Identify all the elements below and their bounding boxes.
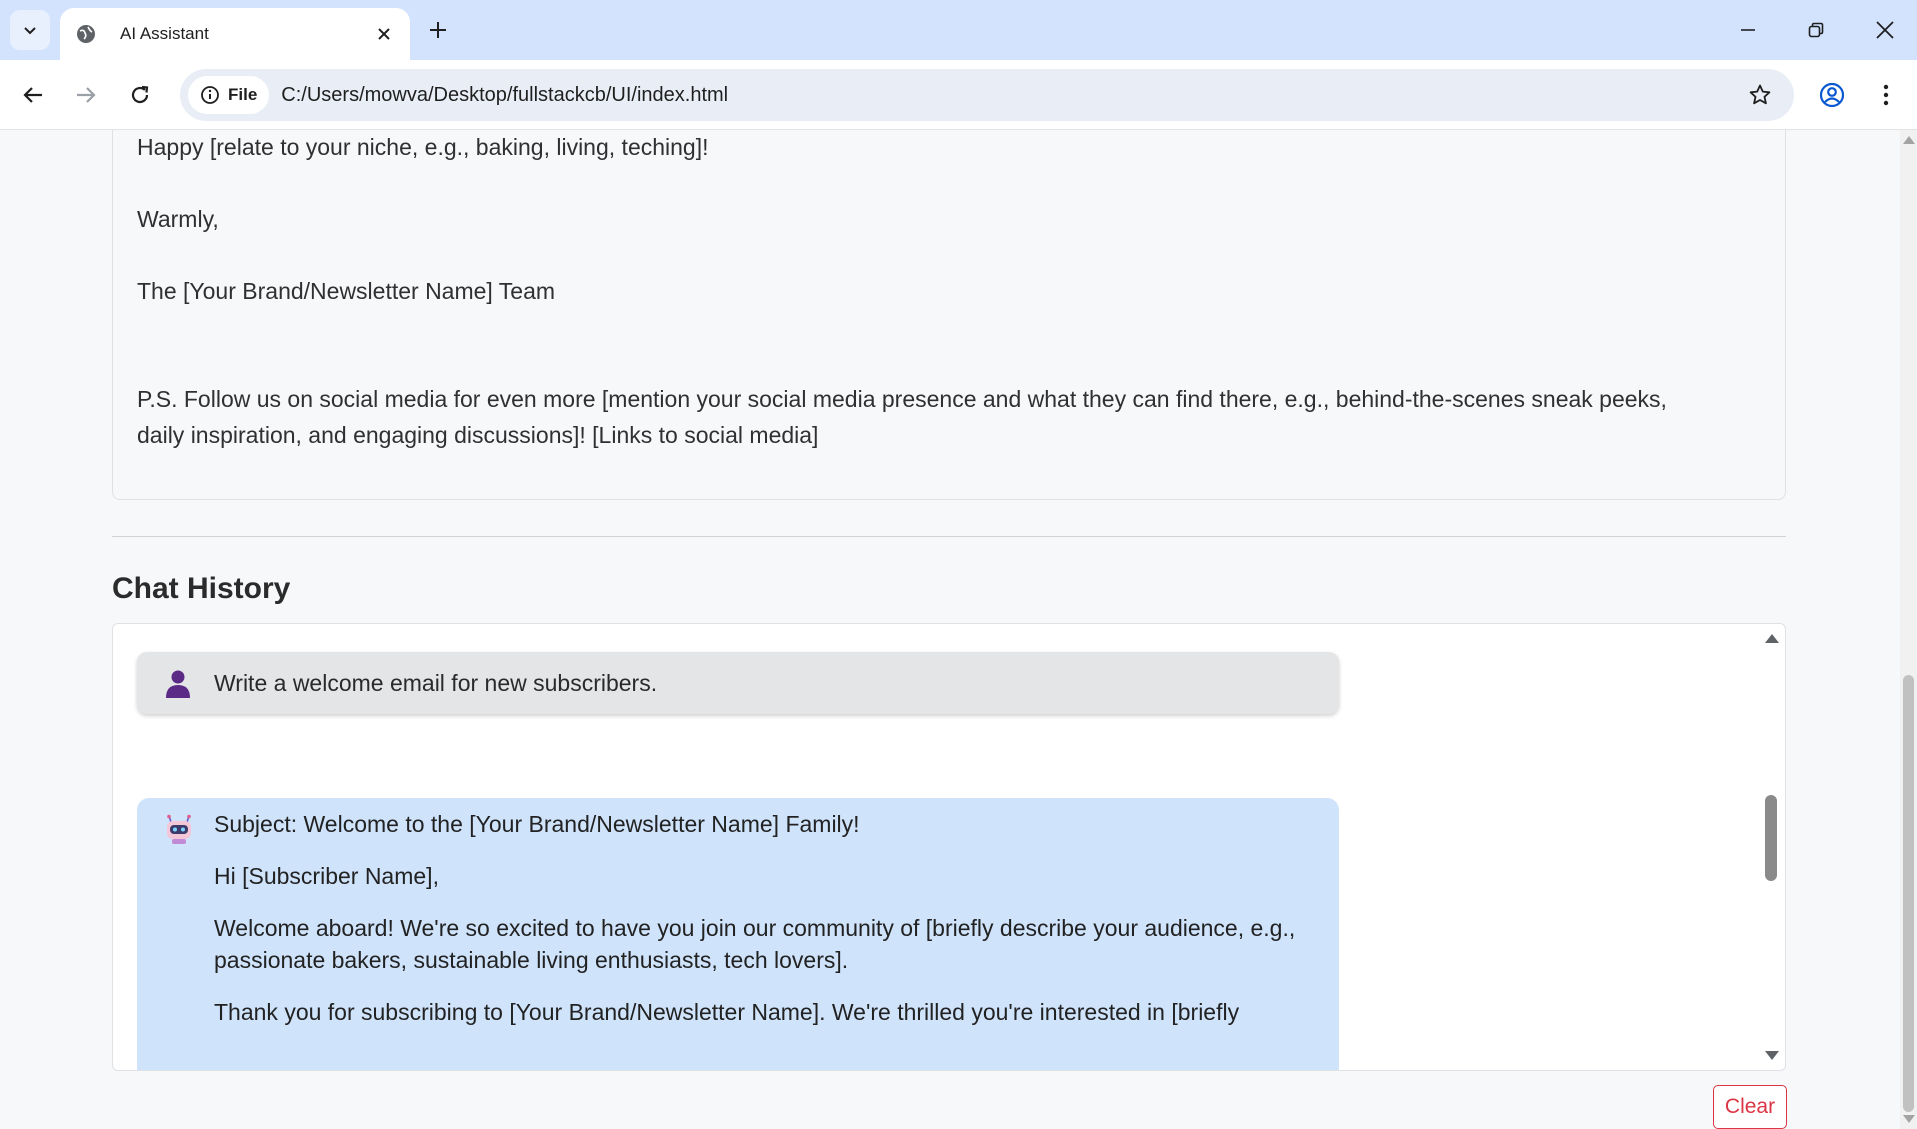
profile-button[interactable]: [1814, 77, 1850, 113]
site-info-chip[interactable]: File: [188, 76, 270, 114]
chat-history-scrollbar[interactable]: [1762, 630, 1780, 1064]
browser-tab-bar: AI Assistant: [0, 0, 1917, 60]
response-line: daily inspiration, and engaging discussi…: [137, 422, 819, 448]
plus-icon: [430, 22, 446, 38]
close-window-button[interactable]: [1863, 8, 1907, 52]
scroll-up-arrow-icon[interactable]: [1765, 634, 1779, 643]
bot-message-line: Welcome aboard! We're so excited to have…: [214, 915, 1296, 941]
tab-search-button[interactable]: [10, 10, 50, 50]
chevron-down-icon: [24, 27, 36, 35]
person-icon: [163, 668, 193, 698]
reload-icon: [131, 85, 149, 104]
restore-icon: [1808, 22, 1824, 38]
scroll-thumb[interactable]: [1765, 795, 1777, 881]
user-message-text: Write a welcome email for new subscriber…: [214, 669, 658, 696]
response-line: Warmly,: [137, 206, 219, 232]
globe-icon: [74, 22, 98, 46]
bot-message-line: Hi [Subscriber Name],: [214, 863, 439, 889]
scroll-thumb[interactable]: [1903, 675, 1914, 1112]
browser-menu-button[interactable]: [1868, 77, 1904, 113]
reload-button[interactable]: [122, 77, 158, 113]
info-icon: [201, 86, 219, 104]
account-circle-icon: [1819, 82, 1845, 108]
forward-button[interactable]: [68, 77, 104, 113]
new-tab-button[interactable]: [422, 14, 454, 46]
star-icon: [1749, 84, 1771, 105]
browser-tab-active[interactable]: AI Assistant: [60, 8, 410, 60]
user-message: Write a welcome email for new subscriber…: [137, 652, 1339, 714]
tab-title: AI Assistant: [120, 24, 209, 43]
address-bar[interactable]: File C:/Users/mowva/Desktop/fullstackcb/…: [180, 69, 1794, 121]
more-vertical-icon: [1883, 84, 1889, 106]
arrow-right-icon: [77, 87, 96, 103]
close-icon[interactable]: [372, 22, 396, 46]
page-viewport: Happy [relate to your niche, e.g., bakin…: [0, 130, 1900, 1129]
restore-button[interactable]: [1794, 8, 1838, 52]
clear-button[interactable]: Clear: [1713, 1085, 1787, 1129]
minimize-icon: [1741, 29, 1755, 31]
scroll-down-arrow-icon[interactable]: [1765, 1051, 1779, 1060]
close-icon: [1876, 21, 1894, 39]
site-chip-label: File: [228, 85, 258, 104]
arrow-left-icon: [23, 87, 42, 103]
scroll-down-arrow-icon[interactable]: [1903, 1115, 1915, 1123]
url-text[interactable]: C:/Users/mowva/Desktop/fullstackcb/UI/in…: [281, 84, 1740, 107]
bot-message-line: Subject: Welcome to the [Your Brand/News…: [214, 811, 860, 837]
bot-message: Subject: Welcome to the [Your Brand/News…: [137, 798, 1339, 1070]
response-line: Happy [relate to your niche, e.g., bakin…: [137, 134, 709, 160]
minimize-button[interactable]: [1726, 8, 1770, 52]
browser-toolbar: File C:/Users/mowva/Desktop/fullstackcb/…: [0, 60, 1917, 130]
robot-icon: [163, 814, 195, 846]
bot-message-line: Thank you for subscribing to [Your Brand…: [214, 999, 1240, 1025]
chat-history-title: Chat History: [112, 572, 291, 605]
chat-history-panel[interactable]: Write a welcome email for new subscriber…: [112, 623, 1786, 1071]
back-button[interactable]: [15, 77, 51, 113]
response-line: The [Your Brand/Newsletter Name] Team: [137, 278, 556, 304]
bot-message-line: passionate bakers, sustainable living en…: [214, 947, 849, 973]
bookmark-button[interactable]: [1740, 75, 1780, 115]
response-line: P.S. Follow us on social media for even …: [137, 386, 1667, 412]
response-card: Happy [relate to your niche, e.g., bakin…: [112, 130, 1786, 500]
scroll-up-arrow-icon[interactable]: [1903, 136, 1915, 144]
page-scrollbar[interactable]: [1900, 130, 1917, 1129]
section-divider: [112, 536, 1786, 537]
